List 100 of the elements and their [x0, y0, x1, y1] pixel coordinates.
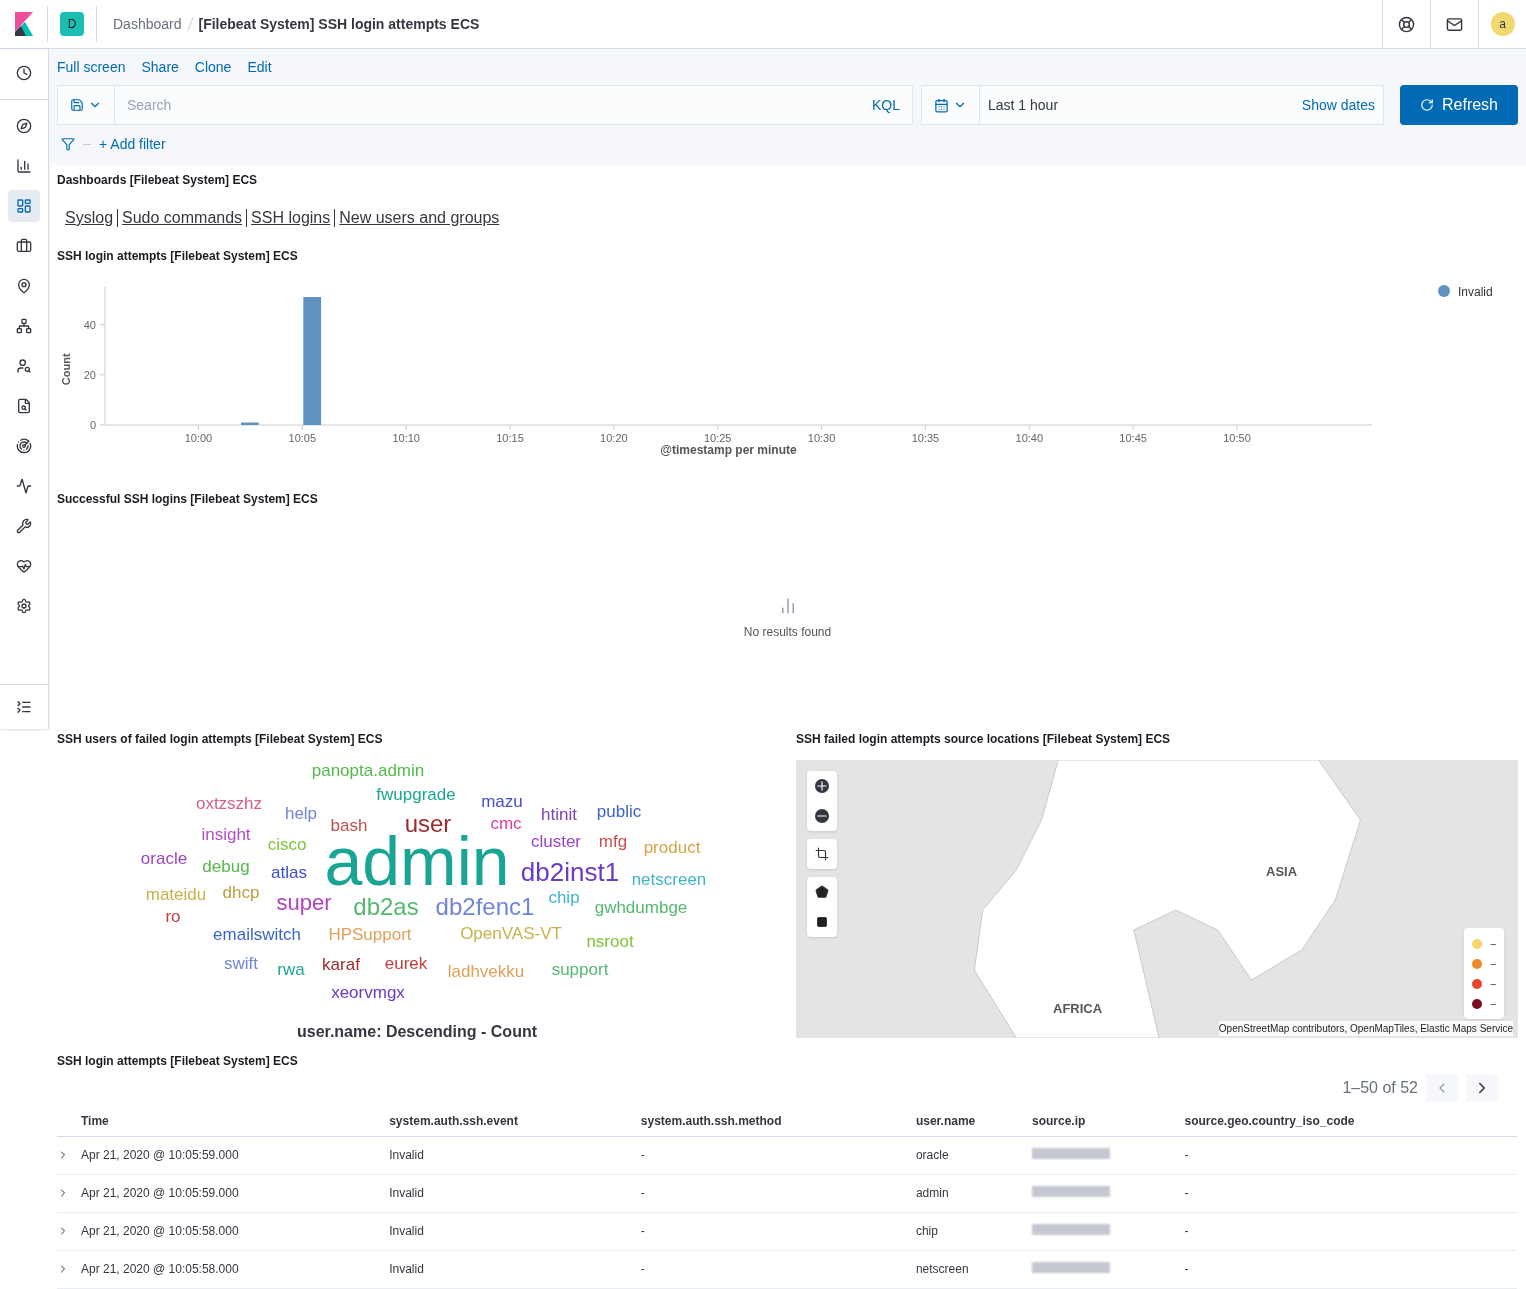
cloud-word[interactable]: db2fenc1: [435, 895, 535, 919]
user-avatar[interactable]: a: [1490, 12, 1515, 36]
cloud-word[interactable]: help: [284, 804, 318, 822]
cloud-word[interactable]: bash: [330, 816, 368, 834]
cloud-word[interactable]: htinit: [541, 805, 577, 823]
cloud-word[interactable]: xeorvmgx: [331, 983, 405, 1001]
calendar-icon: [934, 97, 949, 113]
radar-icon: [16, 438, 32, 454]
cloud-word[interactable]: karaf: [322, 955, 360, 973]
chart-icon: [16, 158, 32, 174]
continent-label: AFRICA: [1053, 1000, 1103, 1018]
markdown-link[interactable]: SSH logins: [251, 206, 331, 230]
saved-query-button[interactable]: [57, 85, 115, 125]
cloud-word[interactable]: db2inst1: [520, 859, 620, 885]
table-cell: -: [1184, 1136, 1517, 1174]
fit-bounds-button[interactable]: [807, 839, 837, 869]
table-cell: Invalid: [389, 1174, 641, 1212]
briefcase-icon: [16, 238, 32, 254]
markdown-link[interactable]: Syslog: [65, 206, 114, 230]
cloud-word[interactable]: oxtzszhz: [195, 794, 263, 812]
cloud-word[interactable]: ro: [165, 907, 181, 925]
x-tick-label: 10:50: [1223, 432, 1251, 444]
panel-title: SSH failed login attempts source locations [Filebeat System] ECS: [796, 731, 1172, 748]
space-avatar[interactable]: D: [60, 12, 84, 36]
file-search-icon: [16, 398, 32, 414]
show-dates-button[interactable]: Show dates: [1293, 94, 1383, 116]
top-nav-link[interactable]: Full screen: [57, 56, 126, 78]
panel-title: SSH users of failed login attempts [Filebeat System] ECS: [57, 731, 384, 748]
table-cell: Apr 21, 2020 @ 10:05:59.000: [81, 1174, 390, 1212]
table-cell: -: [640, 1250, 916, 1288]
cloud-word[interactable]: mazu: [481, 792, 523, 810]
cloud-word[interactable]: rwa: [277, 960, 305, 978]
compass-icon: [16, 118, 32, 134]
table-cell: chip: [915, 1212, 1032, 1250]
refresh-button[interactable]: Refresh: [1400, 85, 1518, 125]
panel-title: Dashboards [Filebeat System] ECS: [57, 172, 259, 189]
table-cell: Apr 21, 2020 @ 10:05:58.000: [81, 1250, 390, 1288]
cloud-word[interactable]: eurek: [384, 954, 428, 972]
cloud-word[interactable]: insight: [201, 825, 251, 843]
filter-icon[interactable]: [61, 137, 75, 151]
top-nav-link[interactable]: Clone: [194, 56, 232, 78]
cloud-word[interactable]: user: [404, 812, 452, 836]
cloud-word[interactable]: public: [596, 802, 642, 820]
table-cell: Invalid: [389, 1136, 641, 1174]
table-cell: Apr 21, 2020 @ 10:05:58.000: [81, 1212, 390, 1250]
cloud-word[interactable]: fwupgrade: [376, 785, 456, 803]
x-tick-label: 10:35: [911, 432, 940, 444]
help-icon[interactable]: [1398, 15, 1415, 33]
column-header[interactable]: system.auth.ssh.event: [389, 1106, 641, 1136]
table-cell: admin: [915, 1174, 1032, 1212]
cloud-word[interactable]: swift: [224, 954, 258, 972]
next-page-button[interactable]: [1466, 1074, 1498, 1102]
user-search-icon: [16, 358, 32, 374]
cloud-word[interactable]: cmc: [490, 814, 522, 832]
query-language-button[interactable]: KQL: [860, 85, 913, 125]
table-cell: oracle: [915, 1136, 1032, 1174]
cloud-word[interactable]: emailswitch: [213, 925, 301, 943]
cloud-word[interactable]: oracle: [140, 849, 188, 867]
logo-icon: [14, 12, 33, 36]
search-input[interactable]: Search: [115, 85, 860, 125]
legend-label: –: [1490, 957, 1496, 971]
column-header[interactable]: source.ip: [1032, 1106, 1185, 1136]
map-attribution: OpenStreetMap contributors, OpenMapTiles, Elastic Maps Service: [1218, 1021, 1513, 1036]
x-tick-label: 10:05: [288, 432, 317, 444]
x-tick-label: 10:30: [807, 432, 836, 444]
add-filter-button[interactable]: + Add filter: [99, 133, 166, 155]
column-header[interactable]: Time: [81, 1106, 390, 1136]
top-nav-link[interactable]: Edit: [247, 56, 272, 78]
panel-title: SSH login attempts [Filebeat System] ECS: [57, 248, 299, 265]
legend-label: Invalid: [1458, 284, 1493, 301]
legend-label: –: [1490, 977, 1496, 991]
time-range: Last 1 hour: [987, 95, 1060, 115]
cloud-word[interactable]: atlas: [271, 863, 307, 881]
heartbeat-icon: [16, 558, 32, 574]
mail-icon[interactable]: [1446, 15, 1463, 33]
activity-icon: [16, 478, 32, 494]
cloud-word[interactable]: dhcp: [222, 883, 260, 901]
table-cell: -: [1184, 1212, 1517, 1250]
collapse-icon[interactable]: [16, 699, 32, 715]
map-pin-icon: [16, 278, 32, 294]
table-cell: -: [640, 1136, 916, 1174]
column-header[interactable]: source.geo.country_iso_code: [1184, 1106, 1517, 1136]
legend-label: –: [1490, 937, 1496, 951]
cloud-word[interactable]: super: [276, 892, 332, 914]
cloud-word[interactable]: cluster: [530, 832, 582, 850]
pagination-text: 1–50 of 52: [1342, 1078, 1418, 1098]
table-cell: -: [1184, 1250, 1517, 1288]
table-cell: Invalid: [389, 1212, 641, 1250]
crop-icon: [815, 847, 829, 861]
table-cell: Invalid: [389, 1250, 641, 1288]
settings-icon: [16, 598, 32, 614]
column-header[interactable]: user.name: [915, 1106, 1032, 1136]
cloud-word[interactable]: mfg: [598, 832, 628, 850]
x-tick-label: 10:10: [392, 432, 420, 444]
top-nav-link[interactable]: Share: [141, 56, 179, 78]
markdown-link[interactable]: New users and groups: [339, 206, 500, 230]
column-header[interactable]: system.auth.ssh.method: [640, 1106, 916, 1136]
y-tick-label: 0: [89, 419, 96, 431]
markdown-link[interactable]: Sudo commands: [122, 206, 243, 230]
breadcrumb-link[interactable]: Dashboard: [113, 13, 182, 35]
